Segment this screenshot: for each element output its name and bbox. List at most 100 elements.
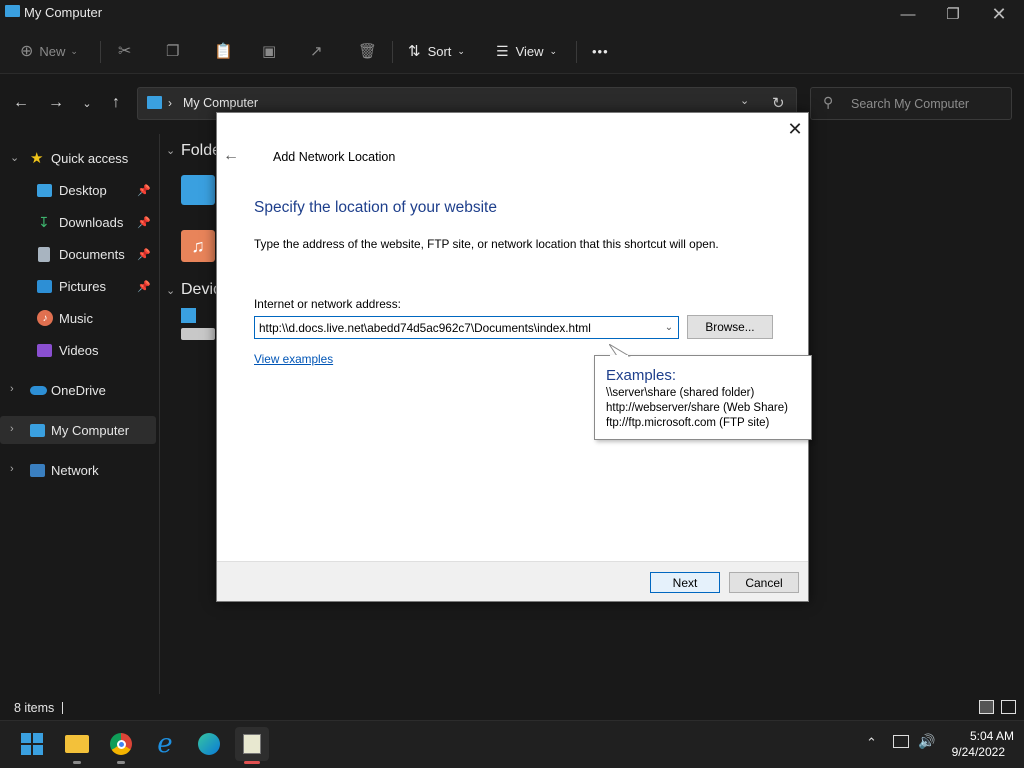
folder-icon xyxy=(65,735,89,753)
next-button[interactable]: Next xyxy=(650,572,720,593)
volume-icon[interactable]: 🔊 xyxy=(918,733,935,750)
close-button[interactable]: ✕ xyxy=(976,0,1022,28)
up-arrow-icon[interactable]: ↑ xyxy=(104,92,128,114)
music-icon: ♪ xyxy=(37,310,53,326)
restore-button[interactable]: ❐ xyxy=(930,0,976,28)
new-button[interactable]: ⊕ New ⌄ xyxy=(20,38,78,64)
copy-icon: ❐ xyxy=(166,43,180,60)
cancel-button[interactable]: Cancel xyxy=(729,572,799,593)
document-icon xyxy=(38,246,50,262)
rename-button[interactable]: ▣ xyxy=(262,38,276,64)
sidebar-item-label: Videos xyxy=(59,342,99,358)
copy-button[interactable]: ❐ xyxy=(166,38,179,64)
desktop-folder-icon[interactable] xyxy=(181,175,215,205)
browse-button[interactable]: Browse... xyxy=(687,315,773,339)
pin-icon[interactable]: 📌 xyxy=(137,184,151,197)
refresh-icon[interactable]: ↻ xyxy=(772,94,785,112)
sidebar-item-label: Network xyxy=(51,462,99,478)
chevron-down-icon[interactable]: ⌄ xyxy=(166,144,175,157)
internet-explorer-icon[interactable]: e xyxy=(148,727,182,761)
view-button[interactable]: ☰ View ⌄ xyxy=(496,38,557,64)
cloud-icon xyxy=(30,385,47,395)
sidebar-item-downloads[interactable]: ↧ Downloads 📌 xyxy=(0,208,156,236)
network-address-value[interactable]: http:\\d.docs.live.net\abedd74d5ac962c7\… xyxy=(255,321,660,335)
network-address-input[interactable]: http:\\d.docs.live.net\abedd74d5ac962c7\… xyxy=(254,316,679,339)
sidebar-item-label: My Computer xyxy=(51,422,130,438)
sidebar-item-onedrive[interactable]: › OneDrive xyxy=(0,376,156,404)
back-arrow-icon[interactable]: ← xyxy=(223,147,243,167)
sidebar-item-label: Desktop xyxy=(59,182,107,198)
sidebar-item-label: OneDrive xyxy=(51,382,106,398)
cut-button[interactable]: ✂ xyxy=(118,38,131,64)
sidebar-item-my-computer[interactable]: › My Computer xyxy=(0,416,156,444)
chevron-down-icon[interactable]: ⌄ xyxy=(10,151,19,164)
divider xyxy=(576,41,577,63)
drive-body xyxy=(181,328,215,340)
minimize-button[interactable]: — xyxy=(885,0,931,28)
command-bar: ⊕ New ⌄ ✂ ❐ 📋 ▣ ↗ 🗑 ⇅ Sort ⌄ ☰ View ⌄ ••… xyxy=(0,28,1024,74)
computer-icon xyxy=(30,423,45,437)
sidebar-item-label: Pictures xyxy=(59,278,106,294)
breadcrumb[interactable]: My Computer xyxy=(183,96,258,110)
share-icon: ↗ xyxy=(310,43,323,60)
pin-icon[interactable]: 📌 xyxy=(137,248,151,261)
sidebar-item-network[interactable]: › Network xyxy=(0,456,156,484)
active-app-taskbar-button[interactable] xyxy=(235,727,269,761)
running-indicator xyxy=(117,761,125,764)
chevron-right-icon[interactable]: › xyxy=(10,383,14,395)
paste-icon: 📋 xyxy=(214,43,233,60)
sidebar-item-documents[interactable]: Documents 📌 xyxy=(0,240,156,268)
add-network-location-dialog: ✕ ← Add Network Location Specify the loc… xyxy=(216,112,812,602)
sort-button[interactable]: ⇅ Sort ⌄ xyxy=(408,38,465,64)
star-icon: ★ xyxy=(30,150,44,167)
examples-tooltip: Examples: \\server\share (shared folder)… xyxy=(594,344,812,440)
clock-date[interactable]: 9/24/2022 xyxy=(944,745,1005,759)
view-examples-link[interactable]: View examples xyxy=(254,352,333,366)
address-field-label: Internet or network address: xyxy=(254,297,401,311)
edge-taskbar-button[interactable] xyxy=(192,727,226,761)
tiles-view-icon[interactable] xyxy=(1001,700,1016,714)
sidebar-item-music[interactable]: ♪ Music xyxy=(0,304,156,332)
chevron-down-icon[interactable]: ⌄ xyxy=(166,284,175,297)
chevron-right-icon[interactable]: › xyxy=(10,463,14,475)
picture-icon xyxy=(37,279,52,293)
sidebar-item-videos[interactable]: Videos xyxy=(0,336,156,364)
search-placeholder: Search My Computer xyxy=(851,97,970,111)
clock-time[interactable]: 5:04 AM xyxy=(944,729,1014,743)
chevron-right-icon[interactable]: › xyxy=(10,423,14,435)
sidebar-item-quick-access[interactable]: ⌄ ★ Quick access xyxy=(0,144,156,172)
pin-icon[interactable]: 📌 xyxy=(137,280,151,293)
sidebar-item-desktop[interactable]: Desktop 📌 xyxy=(0,176,156,204)
active-indicator xyxy=(244,761,260,764)
sidebar-item-pictures[interactable]: Pictures 📌 xyxy=(0,272,156,300)
more-options-button[interactable]: ••• xyxy=(592,38,609,64)
chevron-up-icon[interactable]: ⌃ xyxy=(866,735,877,751)
scissors-icon: ✂ xyxy=(118,43,132,60)
pin-icon[interactable]: 📌 xyxy=(137,216,151,229)
divider xyxy=(392,41,393,63)
group-header-devices[interactable]: Devic xyxy=(181,281,221,299)
share-button[interactable]: ↗ xyxy=(310,38,323,64)
status-item-count: 8 items xyxy=(14,701,55,715)
divider xyxy=(100,41,101,63)
delete-button[interactable]: 🗑 xyxy=(358,38,377,64)
chrome-taskbar-button[interactable] xyxy=(104,727,138,761)
drive-icon[interactable] xyxy=(181,308,215,342)
forward-arrow-icon[interactable]: → xyxy=(44,92,68,114)
chevron-down-icon[interactable]: ⌄ xyxy=(740,94,749,107)
network-status-icon[interactable] xyxy=(893,735,909,748)
start-button[interactable] xyxy=(15,727,49,761)
file-explorer-taskbar-button[interactable] xyxy=(60,727,94,761)
desktop-icon xyxy=(37,183,52,197)
running-indicator xyxy=(73,761,81,764)
close-icon[interactable]: ✕ xyxy=(785,119,805,139)
chevron-down-icon[interactable]: ⌄ xyxy=(660,317,678,338)
dialog-heading: Specify the location of your website xyxy=(254,199,497,216)
back-arrow-icon[interactable]: ← xyxy=(9,92,33,114)
search-input[interactable]: ⚲ Search My Computer xyxy=(810,87,1012,120)
video-icon xyxy=(37,343,52,357)
recent-locations-icon[interactable]: ⌄ xyxy=(75,92,99,114)
details-view-icon[interactable] xyxy=(979,700,994,714)
music-folder-icon[interactable]: ♫ xyxy=(181,230,215,262)
paste-button[interactable]: 📋 xyxy=(214,38,233,64)
